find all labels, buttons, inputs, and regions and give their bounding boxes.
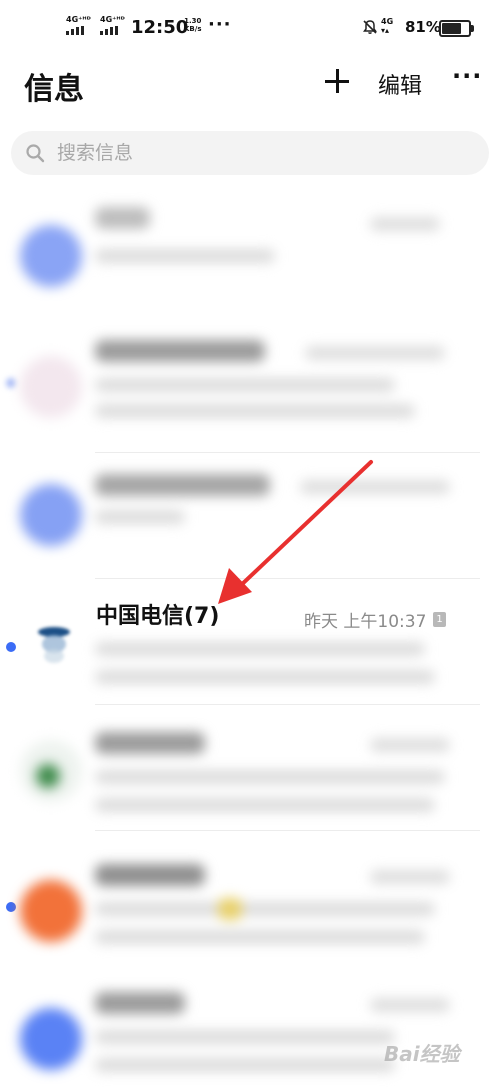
conversation-preview[interactable]	[0, 578, 500, 702]
avatar	[20, 356, 82, 418]
battery-icon	[439, 20, 474, 37]
new-message-button[interactable]	[322, 64, 352, 98]
speed-unit: KB/s	[184, 25, 202, 33]
avatar	[20, 225, 82, 287]
sim2-signal-icon: 4G⁺ᴴᴰ	[100, 16, 125, 35]
conversation-item[interactable]	[0, 195, 500, 319]
sim2-label: 4G⁺ᴴᴰ	[100, 15, 125, 24]
search-icon	[26, 144, 45, 163]
network-speed: 1.30 KB/s	[184, 17, 201, 33]
conversation-item[interactable]	[0, 704, 500, 828]
conversation-item[interactable]	[0, 968, 500, 1092]
avatar	[20, 880, 82, 942]
avatar	[20, 484, 82, 546]
network-4g-icon: 4G ▾▴	[381, 17, 394, 35]
battery-percent: 81%	[405, 18, 441, 36]
status-time: 12:50	[131, 17, 189, 38]
sim1-signal-icon: 4G⁺ᴴᴰ	[66, 16, 91, 35]
status-bar: 4G⁺ᴴᴰ 4G⁺ᴴᴰ 12:50 1.30 KB/s ··· 4G ▾▴ 81%	[0, 0, 500, 58]
conversation-item[interactable]	[0, 836, 500, 960]
avatar	[20, 1008, 82, 1070]
mute-bell-icon	[363, 20, 377, 34]
speed-value: 1.30	[184, 17, 202, 25]
status-more-icon: ···	[208, 14, 232, 35]
page-title: 信息	[24, 72, 84, 107]
search-bar[interactable]	[11, 131, 489, 175]
sim1-label: 4G⁺ᴴᴰ	[66, 15, 91, 24]
list-divider	[95, 830, 480, 831]
network-label: 4G	[381, 17, 394, 26]
conversation-item[interactable]	[0, 452, 500, 576]
search-input[interactable]	[57, 131, 457, 175]
conversation-item[interactable]	[0, 320, 500, 444]
baidu-watermark: Bai经验	[384, 1042, 460, 1066]
more-options-button[interactable]: ···	[452, 62, 482, 90]
edit-button[interactable]: 编辑	[378, 68, 422, 100]
